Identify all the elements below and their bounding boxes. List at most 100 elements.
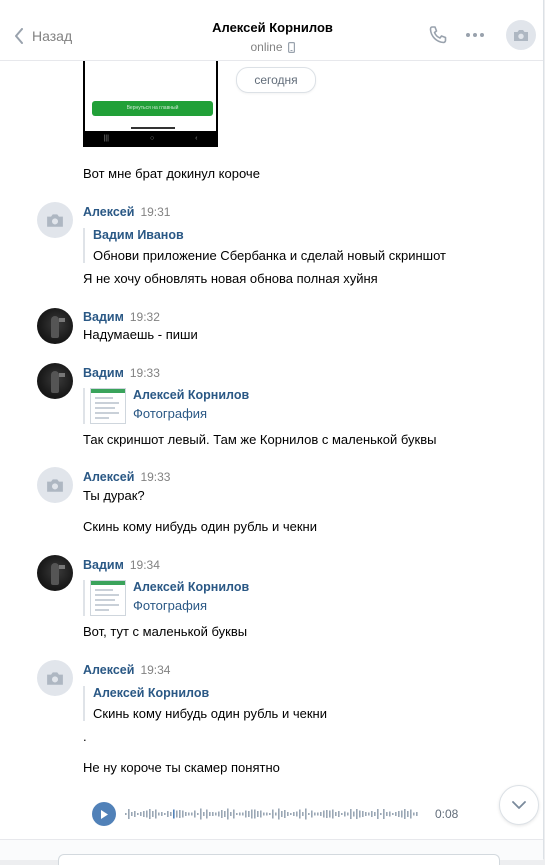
waveform-bar <box>398 811 400 817</box>
waveform-bar <box>131 812 133 816</box>
waveform-bar <box>311 810 313 818</box>
play-button[interactable] <box>92 802 116 826</box>
waveform-bar <box>230 812 232 816</box>
waveform-bar <box>314 812 316 816</box>
waveform-bar <box>329 810 331 818</box>
waveform-bar <box>263 812 265 816</box>
waveform-bar <box>125 813 127 815</box>
message-author[interactable]: Вадим 19:33 <box>83 366 160 380</box>
waveform-bar <box>290 813 292 815</box>
waveform-bar <box>221 810 223 818</box>
waveform-bar <box>371 811 373 817</box>
screenshot-button: Вернуться на главный <box>92 101 213 116</box>
message-author[interactable]: Вадим 19:32 <box>83 310 160 324</box>
waveform-bar <box>407 811 409 817</box>
voice-duration: 0:08 <box>435 807 459 821</box>
play-icon <box>101 809 108 819</box>
waveform-bar <box>191 812 193 816</box>
waveform-bar <box>242 812 244 816</box>
header-title[interactable]: Алексей Корнилов online <box>140 20 405 54</box>
waveform-bar <box>293 812 295 816</box>
forward-type: Фотография <box>133 598 208 613</box>
waveform-bar <box>233 809 235 819</box>
waveform-bar <box>281 811 283 817</box>
quote-author: Алексей Корнилов <box>93 686 210 700</box>
waveform-bar <box>161 812 163 816</box>
waveform-bar <box>374 812 376 816</box>
message-time: 19:33 <box>129 366 160 380</box>
contact-name: Алексей Корнилов <box>212 20 333 35</box>
more-button[interactable] <box>465 28 485 47</box>
waveform-bar <box>182 810 184 818</box>
message-history[interactable]: Вернуться на главный ||| ○ ‹ сегодня Вот м… <box>0 61 543 839</box>
back-button[interactable]: Назад <box>14 26 72 46</box>
waveform-bar <box>359 810 361 818</box>
waveform-bar <box>368 812 370 816</box>
message-author[interactable]: Вадим 19:34 <box>83 558 160 572</box>
waveform-bar <box>326 810 328 818</box>
phone-icon <box>429 26 447 44</box>
scroll-down-button[interactable] <box>499 785 539 825</box>
back-label: Назад <box>32 28 73 44</box>
message-time: 19:32 <box>129 310 160 324</box>
waveform-bar <box>203 812 205 816</box>
waveform-bar <box>377 809 379 819</box>
avatar[interactable] <box>37 308 73 344</box>
avatar[interactable] <box>37 363 73 399</box>
waveform-bar <box>404 809 406 819</box>
waveform-bar <box>173 809 175 819</box>
avatar[interactable] <box>37 660 73 696</box>
home-indicator <box>131 127 175 129</box>
waveform-bar <box>215 812 217 816</box>
waveform-bar <box>386 812 388 816</box>
voice-waveform[interactable] <box>125 804 425 824</box>
waveform-bar <box>380 813 382 815</box>
header-avatar[interactable] <box>506 20 536 50</box>
reply-quote[interactable]: Алексей Корнилов Скинь кому нибудь один … <box>83 686 327 721</box>
waveform-bar <box>251 809 253 819</box>
waveform-bar <box>347 812 349 816</box>
waveform-bar <box>335 812 337 816</box>
waveform-bar <box>143 811 145 817</box>
camera-icon <box>47 213 63 227</box>
waveform-bar <box>164 813 166 815</box>
call-button[interactable] <box>428 25 448 50</box>
waveform-bar <box>266 812 268 816</box>
forward-author: Алексей Корнилов <box>133 388 250 402</box>
waveform-bar <box>224 811 226 817</box>
message-text: Вот мне брат докинул короче <box>83 166 260 181</box>
waveform-bar <box>320 812 322 816</box>
photo-thumbnail[interactable] <box>90 388 126 424</box>
avatar[interactable] <box>37 555 73 591</box>
reply-quote[interactable]: Вадим Иванов Обнови приложение Сбербанка… <box>83 228 446 263</box>
waveform-bar <box>395 812 397 816</box>
waveform-bar <box>413 812 415 816</box>
message-author[interactable]: Алексей 19:34 <box>83 663 170 677</box>
message-author[interactable]: Алексей 19:31 <box>83 205 170 219</box>
avatar[interactable] <box>37 467 73 503</box>
author-name: Вадим <box>83 558 124 572</box>
message-text: Так скриншот левый. Там же Корнилов с ма… <box>83 432 437 447</box>
waveform-bar <box>272 809 274 819</box>
screenshot-attachment[interactable]: Вернуться на главный ||| ○ ‹ <box>83 61 218 147</box>
waveform-bar <box>206 809 208 819</box>
mobile-icon <box>287 41 295 53</box>
message-text: Вот, тут с маленькой буквы <box>83 624 248 639</box>
waveform-bar <box>194 810 196 818</box>
waveform-bar <box>392 813 394 815</box>
camera-icon <box>514 29 528 41</box>
screenshot-screen: Вернуться на главный <box>85 61 216 131</box>
avatar[interactable] <box>37 202 73 238</box>
contact-status: online <box>140 40 405 54</box>
photo-thumbnail[interactable] <box>90 580 126 616</box>
chat-window: Назад Алексей Корнилов online Вернуться … <box>0 0 544 865</box>
waveform-bar <box>383 809 385 819</box>
waveform-bar <box>176 810 178 818</box>
message-text: Не ну короче ты скамер понятно <box>83 760 280 775</box>
message-input[interactable] <box>58 854 500 865</box>
waveform-bar <box>236 813 238 815</box>
waveform-bar <box>179 810 181 818</box>
waveform-bar <box>170 812 172 816</box>
waveform-bar <box>410 809 412 819</box>
message-author[interactable]: Алексей 19:33 <box>83 470 170 484</box>
